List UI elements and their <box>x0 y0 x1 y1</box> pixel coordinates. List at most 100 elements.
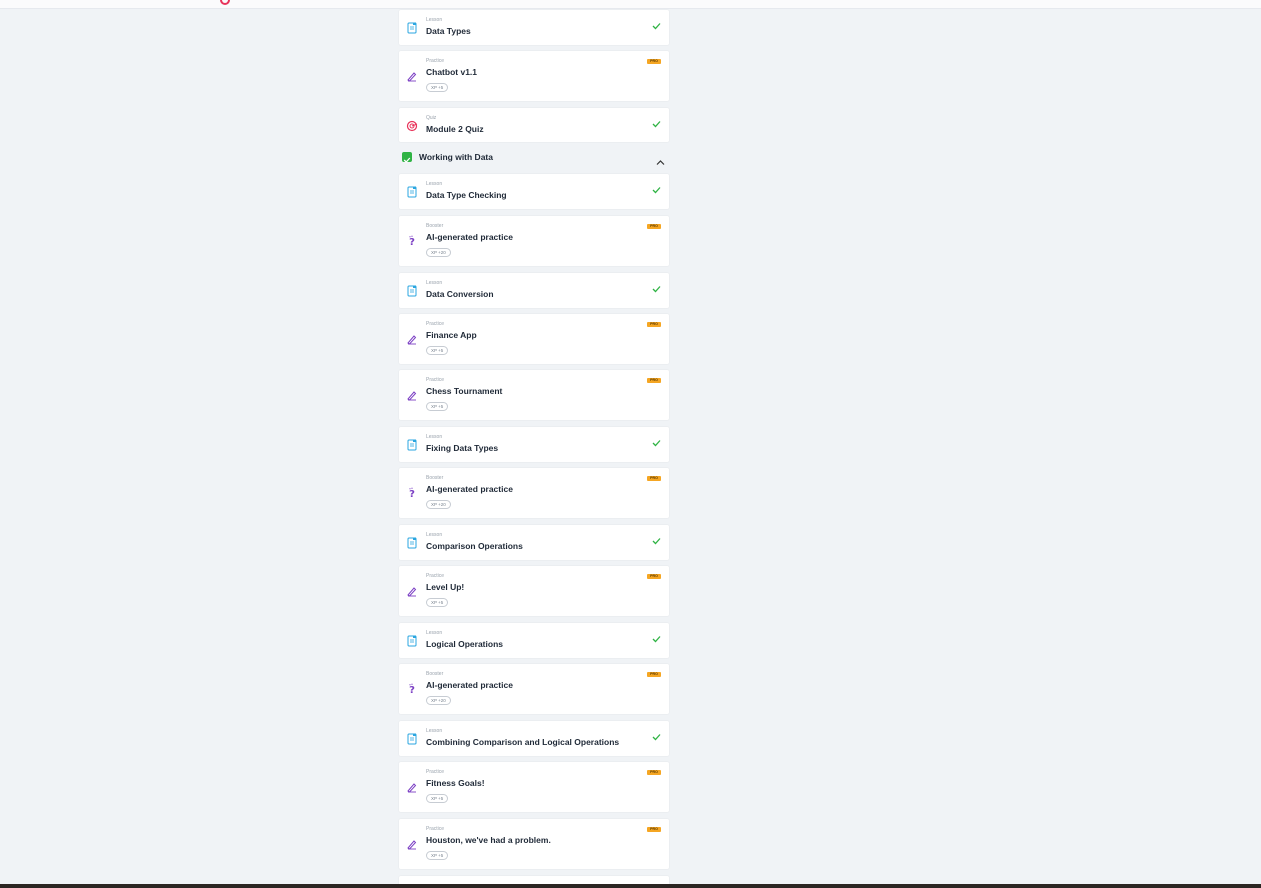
item-title: Data Conversion <box>426 289 494 299</box>
pro-badge: PRO <box>647 574 661 579</box>
item-title: Combining Comparison and Logical Operati… <box>426 737 620 747</box>
list-item[interactable]: Quiz Module 2 Quiz <box>399 108 669 142</box>
item-title: Logical Operations <box>426 639 503 649</box>
item-title: Finance App <box>426 330 477 340</box>
list-item[interactable]: Practice Houston, we've had a problem. XP … <box>399 819 669 869</box>
item-title: Houston, we've had a problem. <box>426 835 551 845</box>
item-title: Fixing Data Types <box>426 443 499 453</box>
practice-icon <box>406 332 418 345</box>
xp-badge: XP +5 <box>426 794 449 803</box>
check-icon <box>652 434 661 447</box>
xp-badge: XP +20 <box>426 248 451 257</box>
practice-icon <box>406 388 418 401</box>
lesson-icon <box>406 438 418 451</box>
xp-badge: XP +5 <box>426 83 449 92</box>
item-type-label: Lesson <box>426 280 443 286</box>
item-type-label: Booster <box>426 223 444 229</box>
pro-badge: PRO <box>647 59 661 64</box>
item-title: AI-generated practice <box>426 680 513 690</box>
item-title: Level Up! <box>426 582 465 592</box>
item-title: Chess Tournament <box>426 386 503 396</box>
item-type-label: Booster <box>426 475 444 481</box>
item-type-label: Practice <box>426 321 445 327</box>
practice-icon <box>406 69 418 82</box>
pro-badge: PRO <box>647 672 661 677</box>
list-item[interactable]: Lesson Data Conversion <box>399 273 669 308</box>
xp-badge: XP +5 <box>426 598 449 607</box>
check-icon <box>652 17 661 30</box>
practice-icon <box>406 780 418 793</box>
quiz-icon <box>406 119 418 132</box>
logo-icon <box>220 0 230 5</box>
check-icon <box>652 280 661 293</box>
lesson-icon <box>406 634 418 647</box>
item-type-label: Practice <box>426 769 445 775</box>
list-item[interactable]: Lesson Fixing Data Types <box>399 427 669 462</box>
list-item[interactable]: Lesson Logical Operations <box>399 623 669 658</box>
pro-badge: PRO <box>647 827 661 832</box>
item-type-label: Practice <box>426 58 445 64</box>
pro-badge: PRO <box>647 378 661 383</box>
list-item[interactable]: Lesson Data Type Checking <box>399 174 669 209</box>
booster-icon: ? <box>406 682 418 696</box>
pro-badge: PRO <box>647 770 661 775</box>
top-nav-bar <box>0 0 1261 9</box>
item-title: Data Types <box>426 26 471 36</box>
pro-badge: PRO <box>647 322 661 327</box>
taskbar-edge <box>0 884 1261 888</box>
check-icon <box>652 181 661 194</box>
item-title: Data Type Checking <box>426 190 507 200</box>
xp-badge: XP +5 <box>426 851 449 860</box>
item-type-label: Practice <box>426 377 445 383</box>
lesson-icon <box>406 284 418 297</box>
chevron-up-icon[interactable] <box>656 153 665 165</box>
xp-badge: XP +5 <box>426 402 449 411</box>
item-type-label: Practice <box>426 573 445 579</box>
section-header-working-with-data[interactable]: Working with Data <box>399 150 669 166</box>
item-type-label: Lesson <box>426 630 443 636</box>
list-item[interactable]: ? Booster AI-generated practice XP +20 PRO <box>399 664 669 714</box>
pro-badge: PRO <box>647 224 661 229</box>
check-icon <box>652 532 661 545</box>
item-title: AI-generated practice <box>426 232 513 242</box>
lesson-icon <box>406 185 418 198</box>
booster-icon: ? <box>406 486 418 500</box>
item-type-label: Lesson <box>426 17 443 23</box>
item-type-label: Lesson <box>426 434 443 440</box>
svg-text:?: ? <box>409 237 415 247</box>
list-item[interactable]: Practice Chatbot v1.1 XP +5 PRO <box>399 51 669 101</box>
list-item[interactable]: ? Booster AI-generated practice XP +20 PRO <box>399 216 669 266</box>
list-item[interactable]: Lesson Combining Comparison and Logical O… <box>399 721 669 756</box>
xp-badge: XP +5 <box>426 346 449 355</box>
list-item[interactable]: ? Booster AI-generated practice XP +20 PRO <box>399 468 669 518</box>
item-type-label: Lesson <box>426 532 443 538</box>
item-title: AI-generated practice <box>426 484 513 494</box>
item-title: Chatbot v1.1 <box>426 67 478 77</box>
item-title: Module 2 Quiz <box>426 124 484 134</box>
xp-badge: XP +20 <box>426 696 451 705</box>
check-icon <box>652 728 661 741</box>
booster-icon: ? <box>406 234 418 248</box>
item-type-label: Booster <box>426 671 444 677</box>
item-type-label: Lesson <box>426 728 443 734</box>
list-item[interactable]: Practice Fitness Goals! XP +5 PRO <box>399 762 669 812</box>
svg-text:?: ? <box>409 489 415 499</box>
check-icon <box>652 115 661 128</box>
svg-text:?: ? <box>409 685 415 695</box>
lesson-icon <box>406 21 418 34</box>
practice-icon <box>406 837 418 850</box>
list-item[interactable]: Practice Finance App XP +5 PRO <box>399 314 669 364</box>
practice-icon <box>406 584 418 597</box>
list-item[interactable]: Practice Level Up! XP +5 PRO <box>399 566 669 616</box>
item-type-label: Lesson <box>426 181 443 187</box>
item-title: Fitness Goals! <box>426 778 485 788</box>
item-type-label: Practice <box>426 826 445 832</box>
pro-badge: PRO <box>647 476 661 481</box>
section-title: Working with Data <box>419 152 493 162</box>
list-item[interactable]: Lesson Data Types <box>399 10 669 45</box>
item-type-label: Quiz <box>426 115 437 121</box>
xp-badge: XP +20 <box>426 500 451 509</box>
completed-checkbox-icon <box>402 152 412 163</box>
list-item[interactable]: Practice Chess Tournament XP +5 PRO <box>399 370 669 420</box>
list-item[interactable]: Lesson Comparison Operations <box>399 525 669 560</box>
